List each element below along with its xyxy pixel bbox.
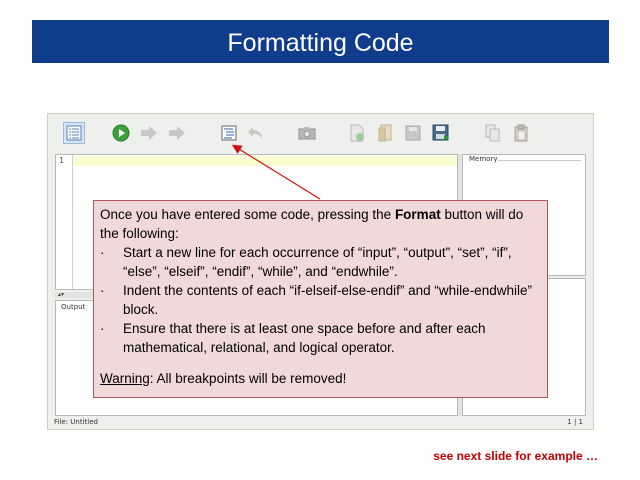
bullet-text: Indent the contents of each “if-elseif-e… (123, 283, 532, 317)
callout-bullets: · Start a new line for each occurrence of… (100, 243, 541, 357)
save-icon[interactable] (402, 122, 424, 144)
bullet-text: Start a new line for each occurrence of … (123, 245, 512, 279)
memory-divider (497, 160, 581, 161)
step-icon[interactable] (138, 122, 160, 144)
callout-bullet: · Start a new line for each occurrence of… (100, 243, 541, 281)
warning-label: Warning (100, 371, 150, 386)
status-position: 1 | 1 (567, 418, 583, 426)
line-number-gutter: 1 (56, 155, 73, 289)
copy-icon[interactable] (482, 122, 504, 144)
bullet-mark: · (100, 245, 105, 260)
format-icon[interactable] (218, 122, 240, 144)
paste-icon[interactable] (510, 122, 532, 144)
memory-label: Memory (468, 155, 499, 163)
new-file-icon[interactable] (346, 122, 368, 144)
callout-intro: Once you have entered some code, pressin… (100, 205, 541, 243)
current-line-highlight (73, 156, 457, 166)
camera-icon[interactable] (296, 122, 318, 144)
list-view-icon[interactable] (63, 122, 85, 144)
line-number: 1 (59, 156, 64, 165)
status-bar: File: Untitled 1 | 1 (48, 415, 593, 429)
toolbar (48, 114, 593, 152)
next-slide-note: see next slide for example … (433, 449, 598, 463)
callout-format-word: Format (394, 207, 441, 222)
save-as-icon[interactable] (430, 122, 452, 144)
open-file-icon[interactable] (374, 122, 396, 144)
bullet-text: Ensure that there is at least one space … (123, 321, 486, 355)
format-callout: Once you have entered some code, pressin… (93, 200, 548, 398)
callout-warning: Warning: All breakpoints will be removed… (100, 369, 541, 388)
callout-intro-text: Once you have entered some code, pressin… (100, 207, 395, 222)
warning-text: : All breakpoints will be removed! (149, 371, 347, 386)
callout-bullet: · Ensure that there is at least one space… (100, 319, 541, 357)
undo-icon[interactable] (245, 122, 267, 144)
callout-bullet: · Indent the contents of each “if-elseif-… (100, 281, 541, 319)
fast-forward-icon[interactable] (166, 122, 188, 144)
output-label: Output (61, 303, 86, 311)
slide-title-bar: Formatting Code (32, 20, 609, 63)
slide-title: Formatting Code (227, 29, 414, 57)
bullet-mark: · (100, 283, 105, 298)
status-file: File: Untitled (54, 418, 98, 426)
run-icon[interactable] (110, 122, 132, 144)
bullet-mark: · (100, 321, 105, 336)
